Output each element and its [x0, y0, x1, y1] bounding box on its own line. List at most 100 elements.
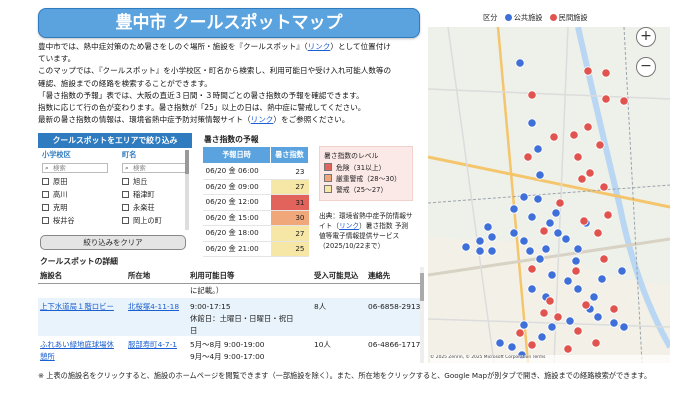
- private-facility-marker[interactable]: [515, 328, 525, 338]
- private-facility-marker[interactable]: [583, 122, 593, 132]
- cool-spot-link[interactable]: リンク: [308, 42, 331, 51]
- private-facility-marker[interactable]: [573, 326, 583, 336]
- checkbox[interactable]: [122, 217, 129, 224]
- private-facility-marker[interactable]: [619, 96, 629, 106]
- public-facility-marker[interactable]: [551, 208, 561, 218]
- public-facility-marker[interactable]: [547, 270, 557, 280]
- cool-spot-map[interactable]: + −: [428, 27, 670, 363]
- public-facility-marker[interactable]: [475, 246, 485, 256]
- public-facility-marker[interactable]: [475, 236, 485, 246]
- public-facility-marker[interactable]: [507, 342, 517, 352]
- zoom-in-button[interactable]: +: [636, 27, 656, 47]
- facility-name-link[interactable]: ふれあい緑地庭球場休: [40, 339, 114, 351]
- private-facility-marker[interactable]: [585, 168, 595, 178]
- town-option[interactable]: 旭丘: [122, 176, 188, 189]
- checkbox[interactable]: [122, 204, 129, 211]
- private-facility-marker[interactable]: [583, 66, 593, 76]
- private-facility-marker[interactable]: [545, 296, 555, 306]
- public-facility-marker[interactable]: [535, 254, 545, 264]
- public-facility-marker[interactable]: [541, 244, 551, 254]
- checkbox[interactable]: [42, 191, 49, 198]
- town-option[interactable]: 岡上の町: [122, 215, 188, 228]
- public-facility-marker[interactable]: [617, 266, 627, 276]
- clear-filter-button[interactable]: 絞り込みをクリア: [40, 235, 186, 250]
- source-link[interactable]: リンク: [339, 222, 359, 230]
- private-facility-marker[interactable]: [527, 340, 537, 350]
- public-facility-marker[interactable]: [563, 276, 573, 286]
- public-facility-marker[interactable]: [565, 316, 575, 326]
- public-facility-marker[interactable]: [509, 228, 519, 238]
- public-facility-marker[interactable]: [515, 58, 525, 68]
- school-option[interactable]: 高川: [42, 189, 108, 202]
- public-facility-marker[interactable]: [553, 228, 563, 238]
- checkbox[interactable]: [122, 191, 129, 198]
- town-option[interactable]: 永楽荘: [122, 202, 188, 215]
- checkbox[interactable]: [122, 178, 129, 185]
- private-facility-marker[interactable]: [549, 132, 559, 142]
- private-facility-marker[interactable]: [599, 182, 609, 192]
- public-facility-marker[interactable]: [525, 246, 535, 256]
- public-facility-marker[interactable]: [527, 118, 537, 128]
- private-facility-marker[interactable]: [553, 312, 563, 322]
- public-facility-marker[interactable]: [527, 212, 537, 222]
- private-facility-marker[interactable]: [563, 344, 573, 354]
- private-facility-marker[interactable]: [527, 90, 537, 100]
- school-option[interactable]: 桜井谷: [42, 215, 108, 228]
- private-facility-marker[interactable]: [527, 264, 537, 274]
- public-facility-marker[interactable]: [495, 338, 505, 348]
- private-facility-marker[interactable]: [601, 94, 611, 104]
- public-facility-marker[interactable]: [487, 232, 497, 242]
- checkbox[interactable]: [42, 217, 49, 224]
- private-facility-marker[interactable]: [539, 226, 549, 236]
- list-scrollbar[interactable]: [420, 267, 424, 363]
- school-search-input[interactable]: ⌕ 検索: [42, 163, 108, 173]
- facility-address-link[interactable]: 服部寿町4-7-1: [128, 339, 177, 351]
- private-facility-marker[interactable]: [595, 140, 605, 150]
- public-facility-marker[interactable]: [619, 322, 629, 332]
- private-facility-marker[interactable]: [571, 266, 581, 276]
- public-facility-marker[interactable]: [561, 234, 571, 244]
- public-facility-marker[interactable]: [545, 218, 555, 228]
- town-search-input[interactable]: ⌕ 検索: [122, 163, 188, 173]
- private-facility-marker[interactable]: [581, 300, 591, 310]
- public-facility-marker[interactable]: [461, 242, 471, 252]
- public-facility-marker[interactable]: [593, 312, 603, 322]
- public-facility-marker[interactable]: [609, 318, 619, 328]
- public-facility-marker[interactable]: [597, 274, 607, 284]
- private-facility-marker[interactable]: [599, 254, 609, 264]
- public-facility-marker[interactable]: [535, 170, 545, 180]
- private-facility-marker[interactable]: [591, 338, 601, 348]
- private-facility-marker[interactable]: [555, 198, 565, 208]
- private-facility-marker[interactable]: [523, 152, 533, 162]
- public-facility-marker[interactable]: [519, 320, 529, 330]
- zoom-out-button[interactable]: −: [636, 57, 656, 77]
- private-facility-marker[interactable]: [573, 152, 583, 162]
- private-facility-marker[interactable]: [569, 130, 579, 140]
- public-facility-marker[interactable]: [527, 284, 537, 294]
- private-facility-marker[interactable]: [539, 308, 549, 318]
- public-facility-marker[interactable]: [483, 222, 493, 232]
- public-facility-marker[interactable]: [589, 292, 599, 302]
- public-facility-marker[interactable]: [509, 204, 519, 214]
- heat-index-site-link[interactable]: リンク: [251, 115, 274, 124]
- public-facility-marker[interactable]: [537, 332, 547, 342]
- public-facility-marker[interactable]: [533, 194, 543, 204]
- filter-scrollbar[interactable]: [185, 150, 189, 230]
- private-facility-marker[interactable]: [593, 228, 603, 238]
- school-option[interactable]: 原田: [42, 176, 108, 189]
- town-option[interactable]: 稲津町: [122, 189, 188, 202]
- public-facility-marker[interactable]: [519, 236, 529, 246]
- private-facility-marker[interactable]: [603, 210, 613, 220]
- checkbox[interactable]: [42, 178, 49, 185]
- private-facility-marker[interactable]: [579, 216, 589, 226]
- facility-name-link[interactable]: 上下水道局１階ロビー: [40, 301, 114, 313]
- private-facility-marker[interactable]: [577, 174, 587, 184]
- public-facility-marker[interactable]: [573, 284, 583, 294]
- private-facility-marker[interactable]: [601, 68, 611, 78]
- public-facility-marker[interactable]: [573, 244, 583, 254]
- public-facility-marker[interactable]: [547, 322, 557, 332]
- school-option[interactable]: 克明: [42, 202, 108, 215]
- checkbox[interactable]: [42, 204, 49, 211]
- facility-name-link[interactable]: 憩所: [40, 351, 55, 363]
- public-facility-marker[interactable]: [519, 192, 529, 202]
